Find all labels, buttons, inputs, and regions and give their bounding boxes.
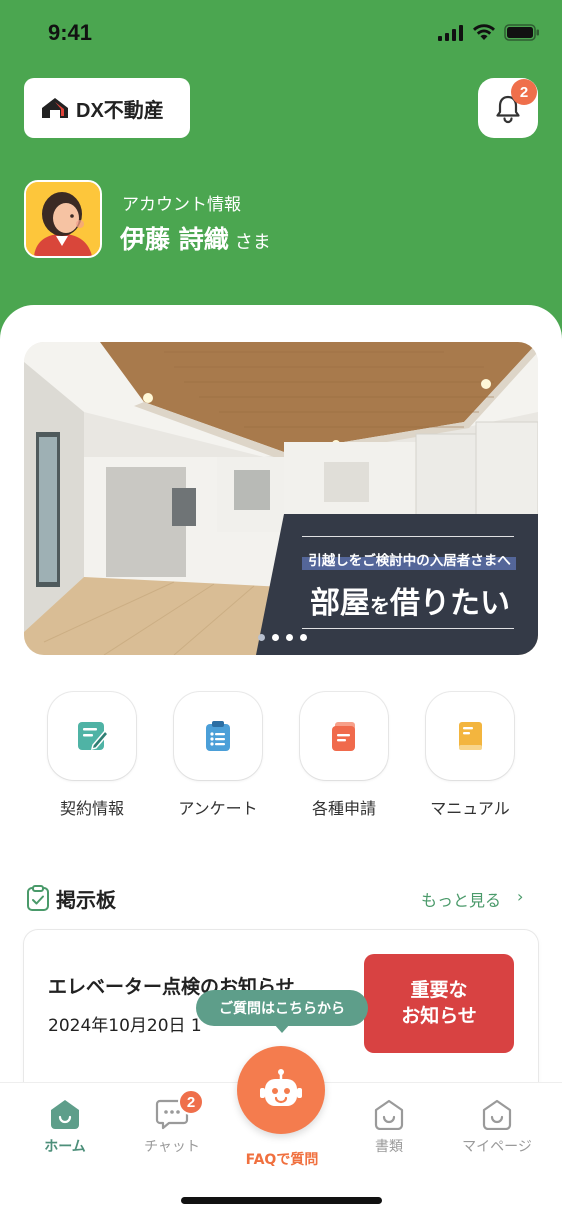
faq-tooltip[interactable]: ご質問はこちらから	[196, 990, 368, 1026]
chevron-right-icon[interactable]: ›	[517, 887, 523, 906]
menu-survey-label: アンケート	[178, 799, 258, 818]
carousel-dot[interactable]	[258, 634, 265, 641]
status-time: 9:41	[48, 20, 93, 45]
carousel-dot[interactable]	[286, 634, 293, 641]
menu-applications-button[interactable]	[300, 692, 388, 780]
board-clipboard-icon	[27, 885, 49, 911]
avatar[interactable]	[24, 180, 102, 258]
tab-chat[interactable]: チャット	[127, 1098, 217, 1156]
user-avatar-icon	[26, 182, 100, 256]
faq-tooltip-tail	[274, 1024, 290, 1033]
banner-subtitle: 引越しをご検討中の入居者さまへ	[308, 553, 511, 569]
more-link[interactable]: もっと見る	[421, 887, 501, 911]
post-date: 2024年10月20日 1	[48, 1016, 202, 1036]
account-info-label: アカウント情報	[122, 195, 241, 215]
contract-icon	[78, 722, 109, 751]
menu-contract-button[interactable]	[48, 692, 136, 780]
tab-home[interactable]: ホーム	[20, 1098, 110, 1156]
banner-title-part1: 部屋	[310, 586, 370, 621]
clipboard-icon	[206, 721, 230, 751]
documents-icon	[374, 1099, 404, 1130]
faq-button[interactable]	[237, 1046, 325, 1134]
menu-applications-label: 各種申請	[311, 799, 376, 818]
tab-documents[interactable]: 書類	[344, 1098, 434, 1156]
menu-survey-button[interactable]	[174, 692, 262, 780]
carousel-dot[interactable]	[272, 634, 279, 641]
chat-badge: 2	[178, 1089, 204, 1115]
carousel-dots[interactable]	[258, 634, 307, 641]
bulletin-title: 掲示板	[56, 888, 116, 912]
menu-manual-label: マニュアル	[430, 799, 510, 818]
important-line1: 重要な	[410, 978, 468, 1001]
menu-manual-button[interactable]	[426, 692, 514, 780]
mypage-icon	[482, 1099, 512, 1130]
banner-title-part3: 借りたい	[390, 586, 510, 621]
banner-divider-top	[302, 536, 514, 537]
menu-contract-label: 契約情報	[59, 799, 124, 818]
form-icon	[332, 722, 355, 751]
wifi-icon	[473, 24, 495, 40]
account-suffix: さま	[234, 232, 271, 253]
robot-icon	[260, 1069, 302, 1106]
notification-badge: 2	[511, 79, 537, 105]
tab-documents-label: 書類	[375, 1139, 403, 1155]
logo[interactable]: DX不動産	[24, 78, 190, 138]
banner-divider-bottom	[302, 628, 514, 629]
signal-icon	[438, 24, 463, 41]
important-line2: お知らせ	[401, 1004, 477, 1027]
account-name-text: 伊藤 詩織	[120, 225, 229, 254]
battery-icon	[504, 24, 539, 41]
home-icon	[51, 1100, 79, 1129]
logo-text: DX不動産	[76, 99, 164, 122]
banner-title: 部屋を借りたい	[300, 578, 520, 622]
status-icons	[438, 24, 540, 41]
tab-mypage-label: マイページ	[462, 1139, 532, 1155]
status-bar: 9:41	[0, 0, 562, 70]
house-logo-icon	[42, 98, 68, 118]
tab-mypage[interactable]: マイページ	[452, 1098, 542, 1156]
home-indicator	[181, 1197, 382, 1204]
faq-button-label[interactable]: FAQで質問	[232, 1149, 332, 1169]
banner-title-part2: を	[370, 594, 390, 618]
tab-chat-label: チャット	[144, 1139, 200, 1155]
carousel-dot[interactable]	[300, 634, 307, 641]
book-icon	[459, 722, 482, 750]
account-name[interactable]: 伊藤 詩織 さま	[120, 220, 271, 256]
important-notice-button[interactable]: 重要な お知らせ	[364, 954, 514, 1053]
tab-home-label: ホーム	[44, 1139, 86, 1155]
